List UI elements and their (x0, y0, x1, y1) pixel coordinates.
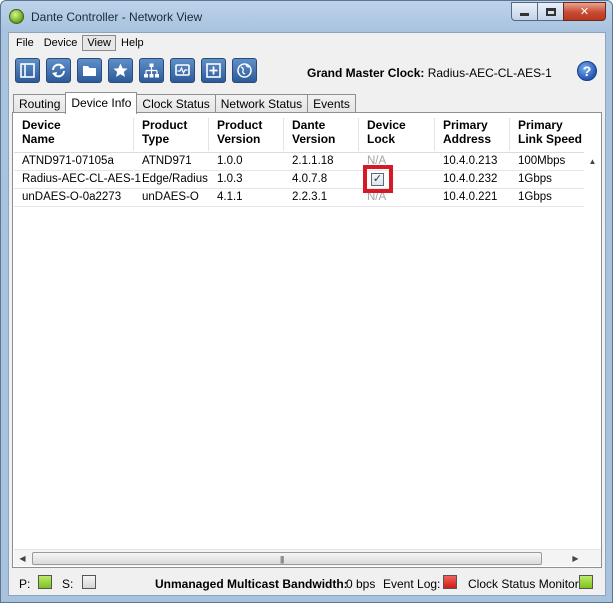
client-area: File Device View Help Grand Master Clock… (8, 32, 606, 596)
device-info-table: Device Name Product Type Product Version Da… (14, 115, 584, 207)
tab-network-status[interactable]: Network Status (214, 94, 309, 113)
network-icon (144, 63, 159, 78)
table-row[interactable]: Radius-AEC-CL-AES-1 Edge/Radius 1.0.3 4.… (14, 171, 584, 189)
tab-device-info[interactable]: Device Info (65, 92, 138, 114)
menu-help[interactable]: Help (116, 35, 149, 51)
cell-product-type: ATND971 (142, 155, 192, 167)
cell-link-speed: 1Gbps (518, 173, 552, 185)
cell-dante-version: 2.1.1.18 (292, 155, 334, 167)
favorite-button[interactable] (108, 58, 133, 83)
app-icon (9, 9, 24, 24)
maximize-icon (545, 7, 556, 16)
primary-status-led (38, 575, 52, 589)
col-product-type[interactable]: Product Type (134, 118, 209, 151)
menu-device[interactable]: Device (39, 35, 83, 51)
refresh-button[interactable] (46, 58, 71, 83)
table-row[interactable]: ATND971-07105a ATND971 1.0.0 2.1.1.18 N/… (14, 153, 584, 171)
tab-clock-status[interactable]: Clock Status (136, 94, 216, 113)
grand-master-value: Radius-AEC-CL-AES-1 (427, 66, 552, 80)
status-bar: P: S: Unmanaged Multicast Bandwidth: 0 b… (9, 571, 605, 595)
col-product-version[interactable]: Product Version (209, 118, 284, 151)
minimize-icon (520, 13, 529, 16)
secondary-label: S: (62, 577, 74, 591)
horizontal-scroll-thumb[interactable]: ||| (32, 552, 542, 565)
primary-label: P: (19, 577, 31, 591)
toolbar: Grand Master Clock: Radius-AEC-CL-AES-1 … (9, 55, 605, 89)
scroll-up-icon[interactable]: ▲ (584, 153, 601, 170)
refresh-icon (52, 63, 65, 78)
network-button[interactable] (139, 58, 164, 83)
secondary-status-led (82, 575, 96, 589)
tab-bar: Routing Device Info Clock Status Network… (13, 92, 356, 114)
minimize-button[interactable] (511, 2, 538, 21)
cell-product-version: 1.0.3 (217, 173, 243, 185)
cell-dante-version: 4.0.7.8 (292, 173, 328, 185)
table-header: Device Name Product Type Product Version Da… (14, 115, 584, 153)
window-title: Dante Controller - Network View (31, 10, 203, 24)
menu-file[interactable]: File (11, 35, 39, 51)
clock-monitor-label: Clock Status Monitor: (468, 577, 583, 591)
sidebar-button[interactable] (15, 58, 40, 83)
cell-product-type: unDAES-O (142, 191, 199, 203)
multicast-label: Unmanaged Multicast Bandwidth: (155, 577, 348, 591)
col-dante-version[interactable]: Dante Version (284, 118, 359, 151)
add-button[interactable] (201, 58, 226, 83)
tab-routing[interactable]: Routing (13, 94, 67, 113)
sidebar-icon (20, 63, 35, 78)
globe-icon (237, 63, 252, 78)
menu-bar: File Device View Help (9, 33, 605, 53)
col-primary-link-speed[interactable]: Primary Link Speed (510, 118, 584, 151)
monitor-button[interactable] (170, 58, 195, 83)
cell-device-name: Radius-AEC-CL-AES-1 (22, 173, 141, 185)
col-device-lock[interactable]: Device Lock (359, 118, 435, 151)
title-bar[interactable]: Dante Controller - Network View ✕ (1, 1, 612, 32)
question-icon: ? (582, 63, 592, 79)
tab-events[interactable]: Events (307, 94, 356, 113)
maximize-button[interactable] (537, 2, 564, 21)
table-row[interactable]: unDAES-O-0a2273 unDAES-O 4.1.1 2.2.3.1 N… (14, 189, 584, 207)
event-log-label: Event Log: (383, 577, 441, 591)
cell-device-name: unDAES-O-0a2273 (22, 191, 122, 203)
col-device-name[interactable]: Device Name (14, 118, 134, 151)
cell-link-speed: 100Mbps (518, 155, 566, 167)
cell-product-version: 1.0.0 (217, 155, 243, 167)
monitor-icon (175, 64, 190, 76)
vertical-scrollbar[interactable]: ▲ ▼ (584, 153, 601, 567)
grand-master-label: Grand Master Clock: (307, 66, 425, 80)
help-button[interactable]: ? (577, 61, 597, 81)
horizontal-scrollbar[interactable]: ◀ ||| ▶ (14, 549, 601, 566)
scroll-right-icon[interactable]: ▶ (567, 550, 584, 567)
menu-view[interactable]: View (82, 35, 117, 51)
globe-button[interactable] (232, 58, 257, 83)
multicast-value: 0 bps (346, 577, 376, 591)
add-icon (206, 63, 221, 78)
close-button[interactable]: ✕ (563, 2, 606, 21)
device-info-pane: Device Name Product Type Product Version Da… (12, 112, 602, 568)
clock-monitor-led[interactable] (579, 575, 593, 589)
cell-dante-version: 2.2.3.1 (292, 191, 328, 203)
dante-controller-window: Dante Controller - Network View ✕ File D… (0, 0, 613, 603)
scroll-left-icon[interactable]: ◀ (14, 550, 31, 567)
cell-primary-address: 10.4.0.221 (443, 191, 498, 203)
grip-icon: ||| (280, 555, 284, 564)
cell-product-type: Edge/Radius (142, 173, 208, 185)
cell-primary-address: 10.4.0.232 (443, 173, 498, 185)
event-log-led[interactable] (443, 575, 457, 589)
cell-primary-address: 10.4.0.213 (443, 155, 498, 167)
cell-link-speed: 1Gbps (518, 191, 552, 203)
col-primary-address[interactable]: Primary Address (435, 118, 510, 151)
close-icon: ✕ (579, 6, 590, 18)
star-icon (113, 63, 128, 77)
open-button[interactable] (77, 58, 102, 83)
grand-master-clock: Grand Master Clock: Radius-AEC-CL-AES-1 (307, 66, 552, 80)
cell-device-name: ATND971-07105a (22, 155, 114, 167)
folder-icon (83, 66, 96, 76)
cell-product-version: 4.1.1 (217, 191, 243, 203)
device-lock-highlight (363, 165, 393, 193)
